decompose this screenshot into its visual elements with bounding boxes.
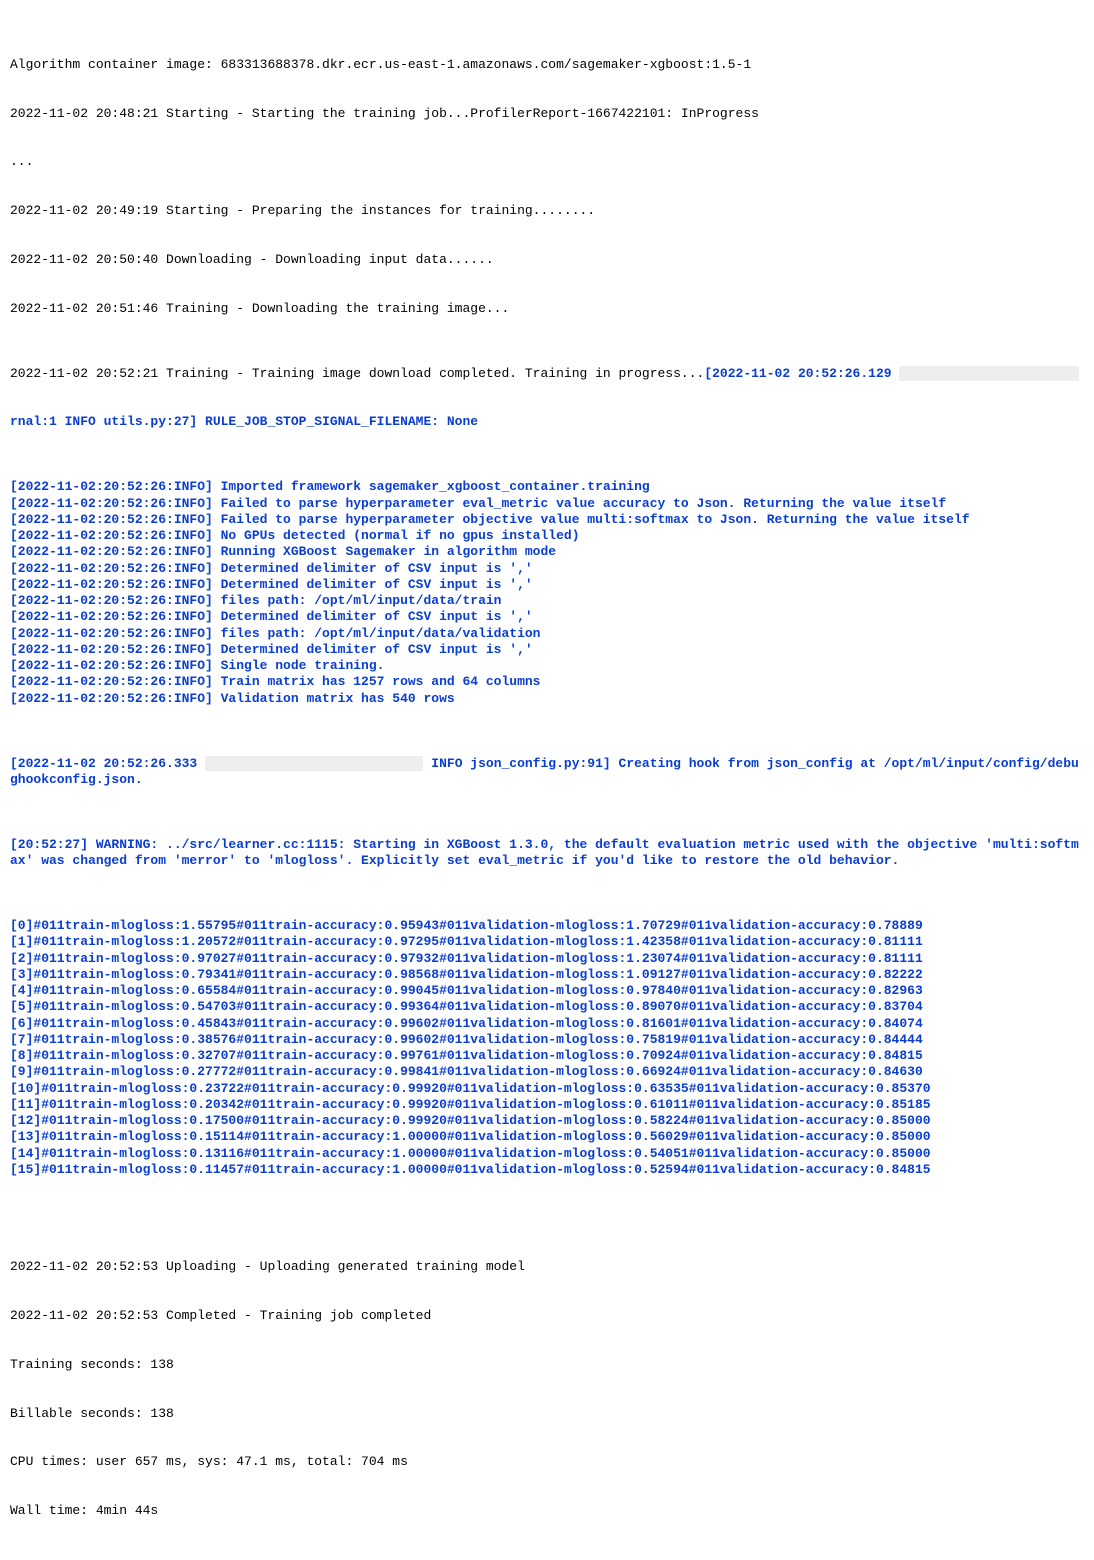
log-line: Algorithm container image: 683313688378.… [10,57,1084,73]
log-info-line: [2022-11-02:20:52:26:INFO] Determined de… [10,609,1084,625]
log-line: ... [10,154,1084,170]
log-metric-line: [7]#011train-mlogloss:0.38576#011train-a… [10,1032,1084,1048]
log-info-line: [2022-11-02:20:52:26:INFO] No GPUs detec… [10,528,1084,544]
log-line: CPU times: user 657 ms, sys: 47.1 ms, to… [10,1454,1084,1470]
log-info-line: [2022-11-02:20:52:26:INFO] Failed to par… [10,512,1084,528]
log-line: 2022-11-02 20:48:21 Starting - Starting … [10,106,1084,122]
log-info-line: [2022-11-02:20:52:26:INFO] Validation ma… [10,691,1084,707]
log-info-line: [2022-11-02:20:52:26:INFO] Determined de… [10,642,1084,658]
log-info-line: [2022-11-02:20:52:26:INFO] Determined de… [10,561,1084,577]
log-line: [2022-11-02 20:52:26.333 INFO json_confi… [10,756,1084,789]
log-metric-line: [4]#011train-mlogloss:0.65584#011train-a… [10,983,1084,999]
log-metric-line: [5]#011train-mlogloss:0.54703#011train-a… [10,999,1084,1015]
log-line: 2022-11-02 20:52:21 Training - Training … [10,366,1084,382]
log-metric-line: [8]#011train-mlogloss:0.32707#011train-a… [10,1048,1084,1064]
log-info-line: [2022-11-02:20:52:26:INFO] files path: /… [10,626,1084,642]
log-metric-line: [9]#011train-mlogloss:0.27772#011train-a… [10,1064,1084,1080]
log-metric-line: [12]#011train-mlogloss:0.17500#011train-… [10,1113,1084,1129]
log-line: Wall time: 4min 44s [10,1503,1084,1519]
log-metric-line: [0]#011train-mlogloss:1.55795#011train-a… [10,918,1084,934]
log-metric-line: [15]#011train-mlogloss:0.11457#011train-… [10,1162,1084,1178]
log-info-line: [2022-11-02:20:52:26:INFO] Train matrix … [10,674,1084,690]
log-metric-line: [11]#011train-mlogloss:0.20342#011train-… [10,1097,1084,1113]
log-info-line: [2022-11-02:20:52:26:INFO] Determined de… [10,577,1084,593]
redacted-ip [205,756,423,771]
redacted-ip [899,366,1078,381]
log-line: 2022-11-02 20:52:53 Completed - Training… [10,1308,1084,1324]
log-metric-line: [10]#011train-mlogloss:0.23722#011train-… [10,1081,1084,1097]
log-info-line: [2022-11-02:20:52:26:INFO] files path: /… [10,593,1084,609]
log-metric-line: [3]#011train-mlogloss:0.79341#011train-a… [10,967,1084,983]
log-line: 2022-11-02 20:51:46 Training - Downloadi… [10,301,1084,317]
log-metric-line: [1]#011train-mlogloss:1.20572#011train-a… [10,934,1084,950]
log-info-line: [2022-11-02:20:52:26:INFO] Imported fram… [10,479,1084,495]
log-metric-line: [6]#011train-mlogloss:0.45843#011train-a… [10,1016,1084,1032]
log-blue: [2022-11-02 20:52:26.333 [10,756,205,771]
log-text: 2022-11-02 20:52:21 Training - Training … [10,366,704,381]
log-line: Billable seconds: 138 [10,1406,1084,1422]
log-metric-line: [13]#011train-mlogloss:0.15114#011train-… [10,1129,1084,1145]
log-metric-line: [14]#011train-mlogloss:0.13116#011train-… [10,1146,1084,1162]
log-metric-line: [2]#011train-mlogloss:0.97027#011train-a… [10,951,1084,967]
log-blue: [2022-11-02 20:52:26.129 [704,366,899,381]
log-line: 2022-11-02 20:49:19 Starting - Preparing… [10,203,1084,219]
log-line: rnal:1 INFO utils.py:27] RULE_JOB_STOP_S… [10,414,1084,430]
log-line: Training seconds: 138 [10,1357,1084,1373]
notebook-output[interactable]: Algorithm container image: 683313688378.… [0,0,1094,1560]
log-info-line: [2022-11-02:20:52:26:INFO] Running XGBoo… [10,544,1084,560]
log-line: 2022-11-02 20:52:53 Uploading - Uploadin… [10,1259,1084,1275]
log-info-line: [2022-11-02:20:52:26:INFO] Single node t… [10,658,1084,674]
log-info-line: [2022-11-02:20:52:26:INFO] Failed to par… [10,496,1084,512]
log-line: 2022-11-02 20:50:40 Downloading - Downlo… [10,252,1084,268]
